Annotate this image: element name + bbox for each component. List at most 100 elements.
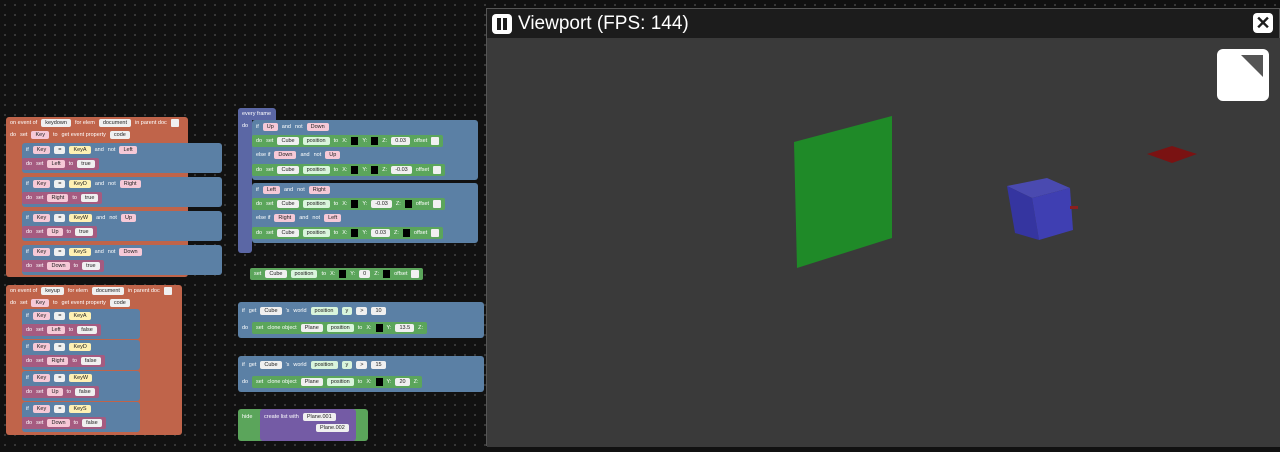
x-slot[interactable]: [339, 270, 347, 278]
key-pill[interactable]: Key: [32, 405, 51, 413]
x-slot[interactable]: [351, 137, 359, 145]
b-pill[interactable]: Up: [325, 151, 341, 159]
obj-pill[interactable]: Cube: [277, 137, 299, 145]
var-pill[interactable]: Down: [47, 419, 70, 427]
y-slot[interactable]: [371, 137, 379, 145]
z-value[interactable]: -0.03: [391, 166, 412, 174]
obj-pill[interactable]: Cube: [265, 270, 287, 278]
list-item[interactable]: Plane.001: [302, 413, 336, 421]
offset-checkbox[interactable]: [431, 229, 440, 237]
prop-pill[interactable]: position: [302, 166, 330, 174]
elem-pill[interactable]: document: [98, 119, 131, 127]
if-keyd-block[interactable]: if Key = KeyD and not Right do set Right…: [22, 177, 222, 207]
eq-pill[interactable]: =: [54, 248, 66, 256]
b-pill[interactable]: Right: [308, 186, 330, 194]
y-value[interactable]: 0: [359, 270, 371, 278]
list-item[interactable]: Plane.002: [316, 424, 349, 432]
z-slot[interactable]: [404, 200, 412, 208]
b-pill[interactable]: Left: [324, 214, 342, 222]
bool-pill[interactable]: false: [77, 326, 97, 334]
flag-pill[interactable]: Down: [119, 248, 142, 256]
event-name-pill[interactable]: keyup: [41, 287, 64, 295]
flag-pill[interactable]: Left: [119, 146, 137, 154]
in-parent-checkbox[interactable]: [163, 287, 172, 295]
clone-plane-block-1[interactable]: if get Cube 's world position y > 10 set…: [238, 302, 484, 338]
if-keya-block[interactable]: if Key = KeyA and not Left do set Left t…: [22, 143, 222, 173]
eq-pill[interactable]: =: [54, 214, 66, 222]
val-pill[interactable]: KeyW: [69, 214, 93, 222]
event-name-pill[interactable]: keydown: [41, 119, 71, 127]
if-keys-block[interactable]: if Key = KeyS and not Down do set Down t…: [22, 245, 222, 275]
create-list-block[interactable]: create list with Plane.001 Plane.002: [260, 409, 356, 441]
bool-pill[interactable]: true: [82, 262, 100, 270]
a-pill[interactable]: Left: [262, 186, 280, 194]
bool-pill[interactable]: false: [80, 357, 101, 365]
val-pill[interactable]: KeyD: [69, 180, 91, 188]
var-pill[interactable]: Up: [47, 228, 63, 236]
obj-pill[interactable]: Cube: [260, 307, 282, 315]
threshold[interactable]: 15: [371, 361, 386, 369]
val-pill[interactable]: KeyA: [69, 146, 91, 154]
plane-pill[interactable]: Plane: [300, 324, 323, 332]
x-slot[interactable]: [351, 200, 359, 208]
y-value[interactable]: -0.03: [371, 200, 392, 208]
hide-list-block[interactable]: hide create list with Plane.001 Plane.00…: [238, 409, 368, 441]
axis-pill[interactable]: y: [341, 361, 353, 369]
offset-checkbox[interactable]: [433, 200, 442, 208]
set-cube-position-block[interactable]: set Cube position to X: Y: 0 Z: offset: [250, 268, 424, 280]
var-pill[interactable]: Right: [47, 357, 69, 365]
var-pill[interactable]: Left: [47, 160, 65, 168]
offset-checkbox[interactable]: [411, 270, 420, 278]
var-pill[interactable]: Left: [47, 326, 65, 334]
y-value[interactable]: 13.5: [395, 324, 415, 332]
eq-pill[interactable]: =: [54, 312, 66, 320]
keyup-if-keyw[interactable]: if Key = KeyW do set Up to false: [22, 371, 140, 401]
prop-pill[interactable]: position: [310, 361, 338, 369]
z-value[interactable]: 0.03: [391, 137, 410, 145]
val-pill[interactable]: KeyS: [69, 248, 91, 256]
bool-pill[interactable]: false: [82, 419, 102, 427]
flag-pill[interactable]: Right: [119, 180, 141, 188]
offset-checkbox[interactable]: [433, 166, 442, 174]
var-pill[interactable]: Down: [47, 262, 70, 270]
z-slot[interactable]: [383, 270, 391, 278]
if-left-right-block[interactable]: if Left and not Right do set Cube positi…: [252, 183, 478, 243]
clone-plane-block-2[interactable]: if get Cube 's world position y > 15 set…: [238, 356, 484, 392]
y-value[interactable]: 20: [395, 378, 410, 386]
x-slot[interactable]: [351, 229, 359, 237]
elem-pill[interactable]: document: [91, 287, 124, 295]
key-pill[interactable]: Key: [32, 343, 51, 351]
z-slot[interactable]: [402, 229, 410, 237]
bool-pill[interactable]: true: [77, 160, 95, 168]
keyup-if-keya[interactable]: if Key = KeyA do set Left to false: [22, 309, 140, 339]
prop-pill[interactable]: position: [290, 270, 318, 278]
eq-pill[interactable]: =: [54, 374, 66, 382]
prop-pill[interactable]: position: [310, 307, 338, 315]
eq-pill[interactable]: =: [54, 180, 66, 188]
key-var-pill[interactable]: Key: [31, 299, 49, 307]
if-keyw-block[interactable]: if Key = KeyW and not Up do set Up to tr…: [22, 211, 222, 241]
eq-pill[interactable]: =: [54, 405, 66, 413]
prop-pill[interactable]: position: [326, 378, 354, 386]
prop-pill[interactable]: position: [302, 200, 330, 208]
every-frame-block[interactable]: every frame do: [238, 108, 276, 253]
key-pill[interactable]: Key: [32, 312, 51, 320]
op-pill[interactable]: >: [356, 361, 368, 369]
flag-pill[interactable]: Up: [120, 214, 136, 222]
x-slot[interactable]: [375, 324, 383, 332]
prop-pill[interactable]: position: [302, 137, 330, 145]
eq-pill[interactable]: =: [54, 146, 66, 154]
key-pill[interactable]: Key: [32, 248, 51, 256]
key-pill[interactable]: Key: [32, 180, 51, 188]
offset-checkbox[interactable]: [431, 137, 440, 145]
in-parent-checkbox[interactable]: [170, 119, 179, 127]
block-workspace[interactable]: on event of keydown for elem document in…: [0, 0, 486, 446]
3d-scene[interactable]: [487, 38, 1280, 447]
val-pill[interactable]: KeyD: [69, 343, 91, 351]
keyup-event-block[interactable]: on event of keyup for elem document in p…: [6, 285, 182, 435]
close-icon[interactable]: ✕: [1253, 13, 1273, 33]
key-pill[interactable]: Key: [32, 146, 51, 154]
if-up-down-block[interactable]: if Up and not Down do set Cube position …: [252, 120, 478, 180]
bool-pill[interactable]: false: [75, 388, 95, 396]
prop-pill[interactable]: code: [109, 299, 130, 307]
